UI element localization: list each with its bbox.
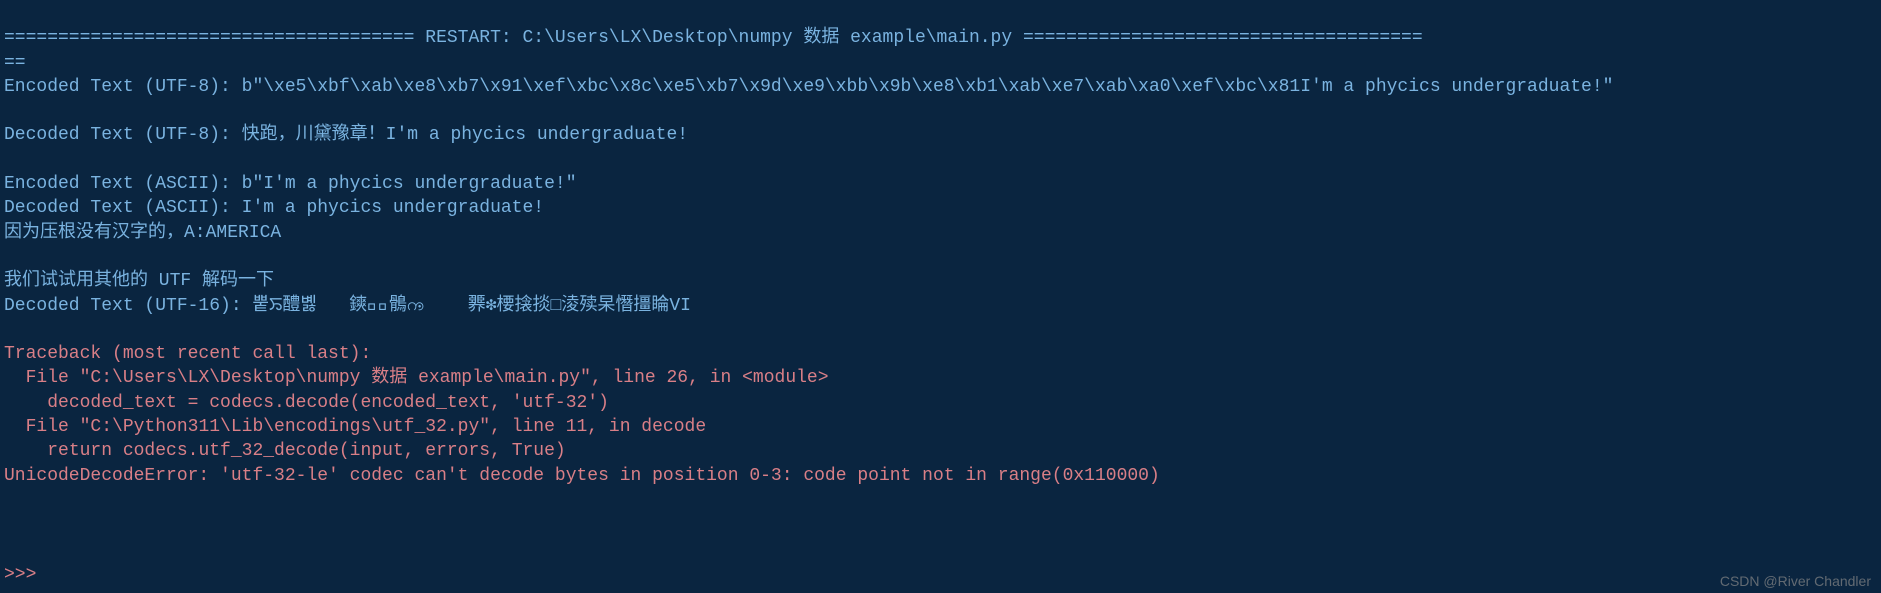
note-chinese-line: 因为压根没有汉字的，A:AMERICA bbox=[4, 223, 281, 243]
traceback-code1: decoded_text = codecs.decode(encoded_tex… bbox=[4, 393, 609, 413]
encoded-ascii-line: Encoded Text (ASCII): b"I'm a phycics un… bbox=[4, 174, 577, 194]
prompt[interactable]: >>> bbox=[4, 565, 36, 585]
traceback-code2: return codecs.utf_32_decode(input, error… bbox=[4, 441, 566, 461]
traceback-header: Traceback (most recent call last): bbox=[4, 344, 371, 364]
watermark: CSDN @River Chandler bbox=[1720, 573, 1871, 589]
traceback-file1: File "C:\Users\LX\Desktop\numpy 数据 examp… bbox=[4, 368, 829, 388]
terminal-output[interactable]: ====================================== R… bbox=[4, 2, 1877, 488]
decoded-utf16-line: Decoded Text (UTF-16): 뿥ꯢ醴볧 鏯믪ᷥ鶻ꧩ 臩❇楆搇掞□… bbox=[4, 296, 691, 316]
restart-line: ====================================== R… bbox=[4, 28, 1423, 72]
try-other-line: 我们试试用其他的 UTF 解码一下 bbox=[4, 271, 274, 291]
error-line: UnicodeDecodeError: 'utf-32-le' codec ca… bbox=[4, 466, 1160, 486]
decoded-ascii-line: Decoded Text (ASCII): I'm a phycics unde… bbox=[4, 198, 544, 218]
traceback-file2: File "C:\Python311\Lib\encodings\utf_32.… bbox=[4, 417, 706, 437]
decoded-utf8-line: Decoded Text (UTF-8): 快跑，川黛豫章！I'm a phyc… bbox=[4, 125, 688, 145]
encoded-utf8-line: Encoded Text (UTF-8): b"\xe5\xbf\xab\xe8… bbox=[4, 77, 1613, 97]
